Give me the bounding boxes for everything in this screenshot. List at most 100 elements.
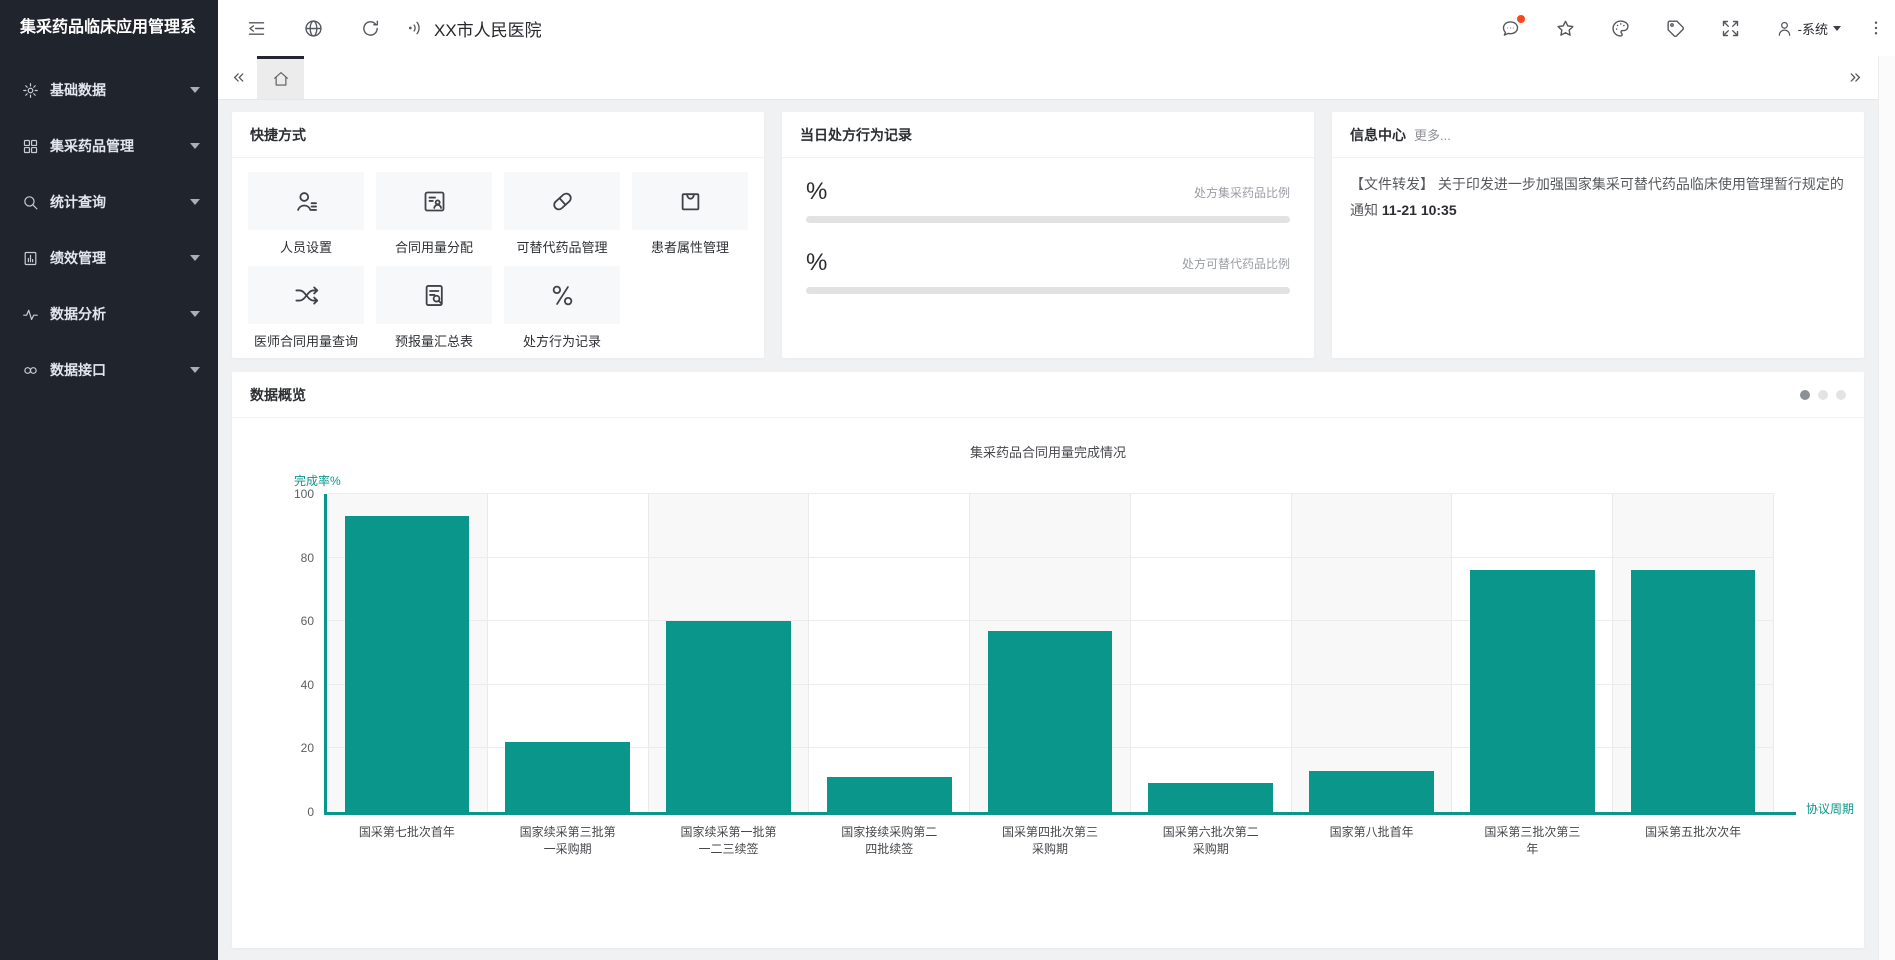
tabs-scroll-right-button[interactable]: [1847, 69, 1864, 86]
sidebar-item-drug-management[interactable]: 集采药品管理: [0, 118, 218, 174]
menu-fold-button[interactable]: [246, 18, 267, 39]
category-label: 国采第三批次第三年: [1480, 824, 1584, 858]
category-label: 国家续采第一批第一二三续签: [676, 824, 780, 858]
star-icon: [1555, 18, 1576, 39]
sidebar-item-label: 数据接口: [50, 360, 106, 380]
shortcut-label: 预报量汇总表: [376, 331, 492, 350]
tab-home[interactable]: [257, 56, 304, 99]
hospital-name: XX市人民医院: [434, 16, 542, 41]
info-more-link[interactable]: 更多...: [1414, 125, 1451, 144]
chart-band: 国采第五批次次年: [1613, 494, 1774, 812]
shortcut-substitutable-drugs[interactable]: 可替代药品管理: [504, 172, 620, 256]
sidebar-item-base-data[interactable]: 基础数据: [0, 62, 218, 118]
shortcut-contract-allocation[interactable]: 合同用量分配: [376, 172, 492, 256]
chart-bar[interactable]: [345, 516, 470, 812]
chevron-down-icon: [190, 367, 200, 373]
broadcast-icon: [407, 18, 427, 38]
metric-row: % 处方集采药品比例: [806, 178, 1290, 223]
metric-row: % 处方可替代药品比例: [806, 249, 1290, 294]
chart-bar[interactable]: [1148, 783, 1273, 812]
chart-bar[interactable]: [505, 742, 630, 812]
hospital-title: XX市人民医院: [407, 16, 542, 41]
theme-button[interactable]: [1610, 18, 1631, 39]
metric-value: %: [806, 249, 827, 277]
y-tick-label: 60: [301, 614, 314, 628]
shortcut-patient-attributes[interactable]: 患者属性管理: [632, 172, 748, 256]
sidebar-item-performance[interactable]: 绩效管理: [0, 230, 218, 286]
chart-bar[interactable]: [1309, 771, 1434, 812]
chevron-down-icon: [190, 143, 200, 149]
shortcut-prescription-behavior[interactable]: 处方行为记录: [504, 266, 620, 350]
sidebar-item-data-interface[interactable]: 数据接口: [0, 342, 218, 398]
refresh-button[interactable]: [360, 18, 381, 39]
shortcut-forecast-summary[interactable]: 预报量汇总表: [376, 266, 492, 350]
sidebar-item-data-analysis[interactable]: 数据分析: [0, 286, 218, 342]
chevron-down-icon: [190, 87, 200, 93]
modules-icon: [22, 138, 39, 155]
chart-band: 国采第七批次首年: [327, 494, 488, 812]
carousel-dot[interactable]: [1836, 390, 1846, 400]
chevron-down-icon: [1833, 26, 1841, 31]
sidebar: 集采药品临床应用管理系 基础数据 集采药品管理 统计查询 绩效管理 数据分析: [0, 0, 218, 960]
shortcuts-panel-title: 快捷方式: [232, 112, 764, 158]
carousel-dot[interactable]: [1818, 390, 1828, 400]
data-overview-header: 数据概览: [232, 372, 1864, 418]
chart-bar[interactable]: [666, 621, 791, 812]
y-tick-label: 40: [301, 678, 314, 692]
bar-chart: 集采药品合同用量完成情况 完成率% 020406080100国采第七批次首年国家…: [232, 418, 1864, 948]
sidebar-item-label: 统计查询: [50, 192, 106, 212]
chart-band: 国家接续采购第二四批续签: [809, 494, 970, 812]
shortcut-physician-contract-query[interactable]: 医师合同用量查询: [248, 266, 364, 350]
carousel-dots: [1800, 390, 1846, 400]
y-tick-label: 0: [307, 805, 314, 819]
molecule-icon: [549, 282, 576, 309]
chart-bar[interactable]: [1631, 570, 1756, 812]
report-icon: [22, 250, 39, 267]
more-options-button[interactable]: [1867, 19, 1885, 37]
globe-icon: [303, 18, 324, 39]
x-axis-label: 协议周期: [1806, 800, 1854, 817]
info-center-header: 信息中心 更多...: [1332, 112, 1864, 158]
shortcut-personnel-settings[interactable]: 人员设置: [248, 172, 364, 256]
data-overview-title: 数据概览: [250, 385, 306, 405]
chevron-double-right-icon: [1847, 69, 1864, 86]
capsule-icon: [549, 188, 576, 215]
page-scrollbar[interactable]: [1878, 56, 1895, 960]
category-label: 国家续采第三批第一采购期: [516, 824, 620, 858]
chart-band: 国采第四批次第三采购期: [970, 494, 1131, 812]
prescription-panel: 当日处方行为记录 % 处方集采药品比例 % 处方可替代药品比例: [782, 112, 1314, 358]
tabs-scroll-left-button[interactable]: [230, 69, 247, 86]
chart-bar[interactable]: [988, 631, 1113, 812]
user-menu[interactable]: -系统: [1775, 19, 1841, 38]
tab-bar: [218, 56, 1878, 100]
user-settings-icon: [293, 188, 320, 215]
user-icon: [1775, 19, 1794, 38]
chart-band: 国家续采第三批第一采购期: [488, 494, 649, 812]
chart-band: 国家第八批首年: [1292, 494, 1453, 812]
chart-bar[interactable]: [1470, 570, 1595, 812]
category-label: 国采第四批次第三采购期: [998, 824, 1102, 858]
chevron-down-icon: [190, 199, 200, 205]
tag-button[interactable]: [1665, 18, 1686, 39]
carousel-dot[interactable]: [1800, 390, 1810, 400]
y-gridline: [327, 557, 1774, 558]
menu-fold-icon: [246, 18, 267, 39]
fullscreen-button[interactable]: [1720, 18, 1741, 39]
dashboard-top-row: 快捷方式 人员设置 合同用量分配 可替代药品管理 患者属性管理: [232, 112, 1864, 358]
tag-icon: [1665, 18, 1686, 39]
messages-button[interactable]: [1500, 18, 1521, 39]
favorites-button[interactable]: [1555, 18, 1576, 39]
app-title: 集采药品临床应用管理系: [0, 0, 218, 56]
fullscreen-icon: [1720, 18, 1741, 39]
language-button[interactable]: [303, 18, 324, 39]
metric-value: %: [806, 178, 827, 206]
category-label: 国采第七批次首年: [355, 824, 459, 841]
category-label: 国家接续采购第二四批续签: [837, 824, 941, 858]
shortcut-label: 医师合同用量查询: [248, 331, 364, 350]
sidebar-item-statistics-query[interactable]: 统计查询: [0, 174, 218, 230]
chart-band: 国采第三批次第三年: [1452, 494, 1613, 812]
main-content: 快捷方式 人员设置 合同用量分配 可替代药品管理 患者属性管理: [218, 100, 1878, 960]
x-axis-line: [324, 812, 1796, 815]
chart-bar[interactable]: [827, 777, 952, 812]
sidebar-item-label: 集采药品管理: [50, 136, 134, 156]
